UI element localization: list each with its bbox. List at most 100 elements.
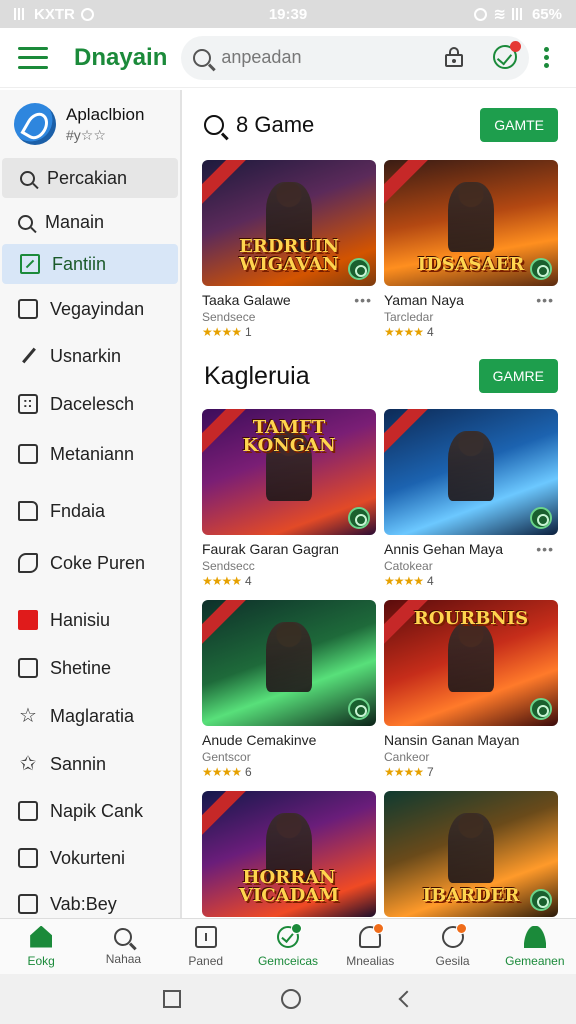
status-bar: KXTR 19:39 ≋ 65% [0,0,576,28]
stars-icon: ★★★★ [202,574,242,588]
rating-value: 4 [245,574,252,588]
sidebar-item-fndaia[interactable]: Fndaia [0,491,180,531]
game-thumbnail[interactable]: IBARDER [384,791,558,917]
nav-label: Paned [188,953,224,968]
pen-icon [18,346,38,366]
gear-icon[interactable] [530,507,552,529]
sidebar-item-metaniann[interactable]: Metaniann [0,434,180,474]
sidebar-item-hanisiu[interactable]: Hanisiu [0,600,180,640]
sidebar-item-dacelesch[interactable]: Dacelesch [0,384,180,424]
sidebar-item-usnarkin[interactable]: Usnarkin [0,336,180,376]
game-name: Yaman Naya [384,292,464,308]
gear-icon[interactable] [348,258,370,280]
game-publisher: Sendsece [202,310,256,324]
box-icon [18,658,38,678]
sidebar-item-sannin[interactable]: ✩ Sannin [0,744,180,784]
sidebar-item-fantiin[interactable]: Fantiin [2,244,178,284]
edit-box-icon [20,254,40,274]
game-thumbnail[interactable] [384,409,558,535]
nav-profile[interactable]: Gemeanen [494,919,576,974]
more-options-icon[interactable] [543,47,549,68]
nav-panel[interactable]: Paned [165,919,247,974]
game-card[interactable]: Annis Gehan Maya Catokear ★★★★ 4 ••• [384,409,558,588]
game-button[interactable]: GAMTE [480,108,558,142]
recents-icon[interactable] [163,990,181,1008]
badge-dot [290,922,302,934]
nav-people[interactable]: Mnealias [329,919,411,974]
protect-icon[interactable] [493,40,522,69]
game-thumbnail[interactable]: IDSASAER [384,160,558,286]
sidebar-item-percakian[interactable]: Percakian [2,158,178,198]
app-title: Dnayain [74,43,168,71]
battery-label: 65% [531,5,562,23]
thumbnail-title: IDSASAER [417,254,525,275]
game-rating: ★★★★ 1 [202,325,291,339]
sidebar-item-maglaratia[interactable]: ☆ Maglaratia [0,696,180,736]
game-thumbnail[interactable]: TAMFT KONGAN [202,409,376,535]
sidebar-item-vegayindan[interactable]: Vegayindan [0,289,180,329]
search-icon [20,170,35,186]
sidebar-item-vab-bey[interactable]: Vab:Bey [0,884,180,918]
main-content: 8 Game GAMTE ERDRUIN WIGAVAN Taaka Galaw… [184,90,576,918]
profile-name: Aplaclbion [66,104,145,124]
more-icon[interactable]: ••• [354,292,372,308]
game-card[interactable]: ERDRUIN WIGAVAN Taaka Galawe Sendsece ★★… [202,160,376,339]
nav-games[interactable]: Gemceicas [247,919,329,974]
more-icon[interactable]: ••• [536,541,554,557]
box-icon [18,801,38,821]
game-rating: ★★★★ 6 [202,765,316,779]
back-icon[interactable] [398,990,416,1008]
rating-value: 4 [427,325,434,339]
search-bar[interactable] [181,35,530,80]
thumbnail-title: HORRAN VICADAM [238,867,340,906]
game-thumbnail[interactable]: ROURBNIS [384,600,558,726]
game-card[interactable]: IBARDER [384,791,558,917]
game-thumbnail[interactable]: ERDRUIN WIGAVAN [202,160,376,286]
home-button-icon[interactable] [281,989,301,1009]
menu-icon[interactable] [18,46,48,69]
ribbon-badge [202,160,249,207]
game-name: Annis Gehan Maya [384,541,504,557]
search-input[interactable] [221,47,422,68]
sidebar-item-coke-puren[interactable]: Coke Puren [0,543,180,583]
game-card[interactable]: ROURBNIS Nansin Ganan Mayan Cankeor ★★★★… [384,600,558,779]
section-header-games: 8 Game GAMTE [184,90,576,160]
game-card[interactable]: TAMFT KONGAN Faurak Garan Gagran Sendsec… [202,409,376,588]
games-icon [276,922,302,948]
game-card[interactable]: Anude Cemakinve Gentscor ★★★★ 6 [202,600,376,779]
sidebar-item-label: Metaniann [50,443,135,464]
game-thumbnail[interactable] [202,600,376,726]
gear-icon[interactable] [530,698,552,720]
search-icon [114,927,133,946]
lock-icon[interactable] [445,46,464,67]
section-title: 8 Game [204,112,314,138]
profile[interactable]: Aplaclbion #y☆☆ [0,90,180,156]
alarm-icon [474,7,488,21]
gear-icon[interactable] [530,258,552,280]
nav-label: Mnealias [346,953,395,968]
game-publisher: Cankeor [384,750,430,764]
more-icon[interactable]: ••• [536,292,554,308]
sync-icon [80,7,94,21]
sidebar-item-label: Vegayindan [50,298,145,319]
game-thumbnail[interactable]: HORRAN VICADAM [202,791,376,917]
sidebar-item-shetine[interactable]: Shetine [0,648,180,688]
sidebar-item-label: Maglaratia [50,705,135,726]
nav-home[interactable]: Eokg [0,919,82,974]
rating-value: 4 [427,574,434,588]
gear-icon[interactable] [348,698,370,720]
game-button[interactable]: GAMRE [478,359,558,393]
sidebar-item-vokurteni[interactable]: Vokurteni [0,838,180,878]
sidebar-item-napik-cank[interactable]: Napik Cank [0,791,180,831]
gear-icon[interactable] [348,507,370,529]
nav-gesila[interactable]: Gesila [411,919,493,974]
sidebar-item-manain[interactable]: Manain [0,202,180,242]
gear-icon[interactable] [530,889,552,911]
sidebar-item-label: Hanisiu [50,609,111,630]
game-card[interactable]: IDSASAER Yaman Naya Tarcledar ★★★★ 4 ••• [384,160,558,339]
nav-search[interactable]: Nahaa [82,919,164,974]
game-rating: ★★★★ 7 [384,765,519,779]
game-card[interactable]: HORRAN VICADAM [202,791,376,917]
sidebar-item-label: Shetine [50,657,112,678]
box-icon [18,848,38,868]
